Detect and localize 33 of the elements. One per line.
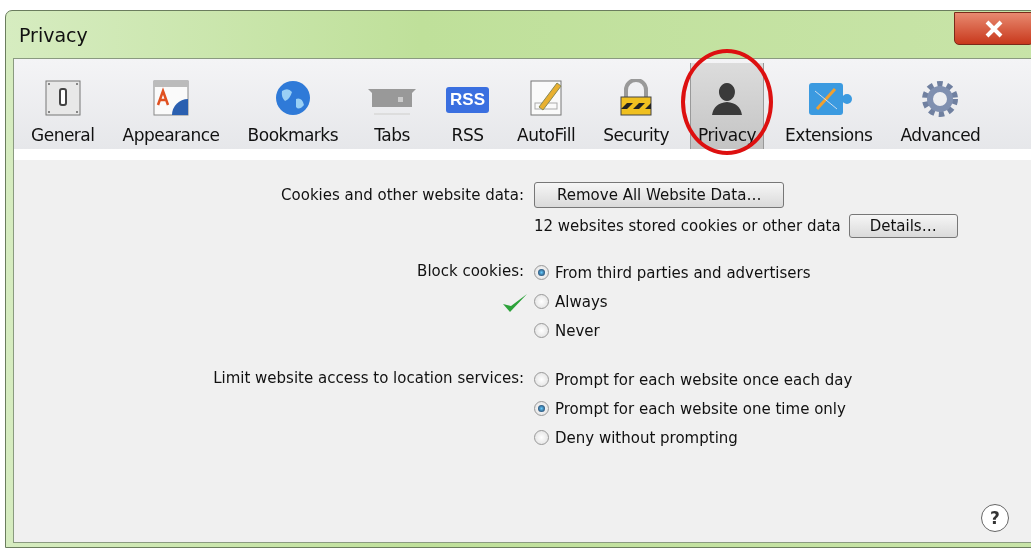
toolbar-tab[interactable]: Privacy xyxy=(690,63,765,149)
option-label: Prompt for each website one time only xyxy=(555,399,846,418)
section-label: Cookies and other website data: xyxy=(280,185,524,206)
option-label: Always xyxy=(555,292,608,311)
toolbar-tab[interactable]: RSS RSS xyxy=(439,63,497,149)
toolbar-tab[interactable]: Tabs xyxy=(359,63,426,149)
info-text: 12 websites stored cookies or other data xyxy=(534,217,841,235)
toolbar-tab[interactable]: General xyxy=(24,63,102,149)
toolbar-tab[interactable]: Advanced xyxy=(893,63,988,149)
section-label: Block cookies: xyxy=(416,261,524,282)
option-label: Prompt for each website once each day xyxy=(555,370,853,389)
details-button[interactable]: Details… xyxy=(848,214,958,238)
radio-button[interactable] xyxy=(534,323,549,338)
toolbar-tab[interactable]: Extensions xyxy=(778,63,880,149)
toolbar-tab[interactable]: Bookmarks xyxy=(240,63,346,149)
close-icon xyxy=(984,19,1004,38)
close-button[interactable] xyxy=(954,12,1031,45)
toolbar-tab[interactable]: Security xyxy=(596,63,677,149)
radio-button[interactable] xyxy=(534,372,549,387)
radio-button[interactable] xyxy=(534,401,549,416)
help-button[interactable]: ? xyxy=(981,504,1009,532)
rss-icon: RSS xyxy=(446,87,490,113)
radio-button[interactable] xyxy=(534,265,549,280)
remove-data-button[interactable]: Remove All Website Data… xyxy=(534,182,785,208)
window-title: Privacy xyxy=(19,23,88,46)
option-label: Never xyxy=(555,321,600,340)
toolbar-tab[interactable]: AutoFill xyxy=(510,63,583,149)
radio-button[interactable] xyxy=(534,294,549,309)
section-label: Limit website access to location services: xyxy=(212,368,524,389)
radio-button[interactable] xyxy=(534,430,549,445)
option-label: Deny without prompting xyxy=(555,428,738,447)
option-label: From third parties and advertisers xyxy=(555,263,811,282)
toolbar-tab[interactable]: Appearance xyxy=(115,63,227,149)
